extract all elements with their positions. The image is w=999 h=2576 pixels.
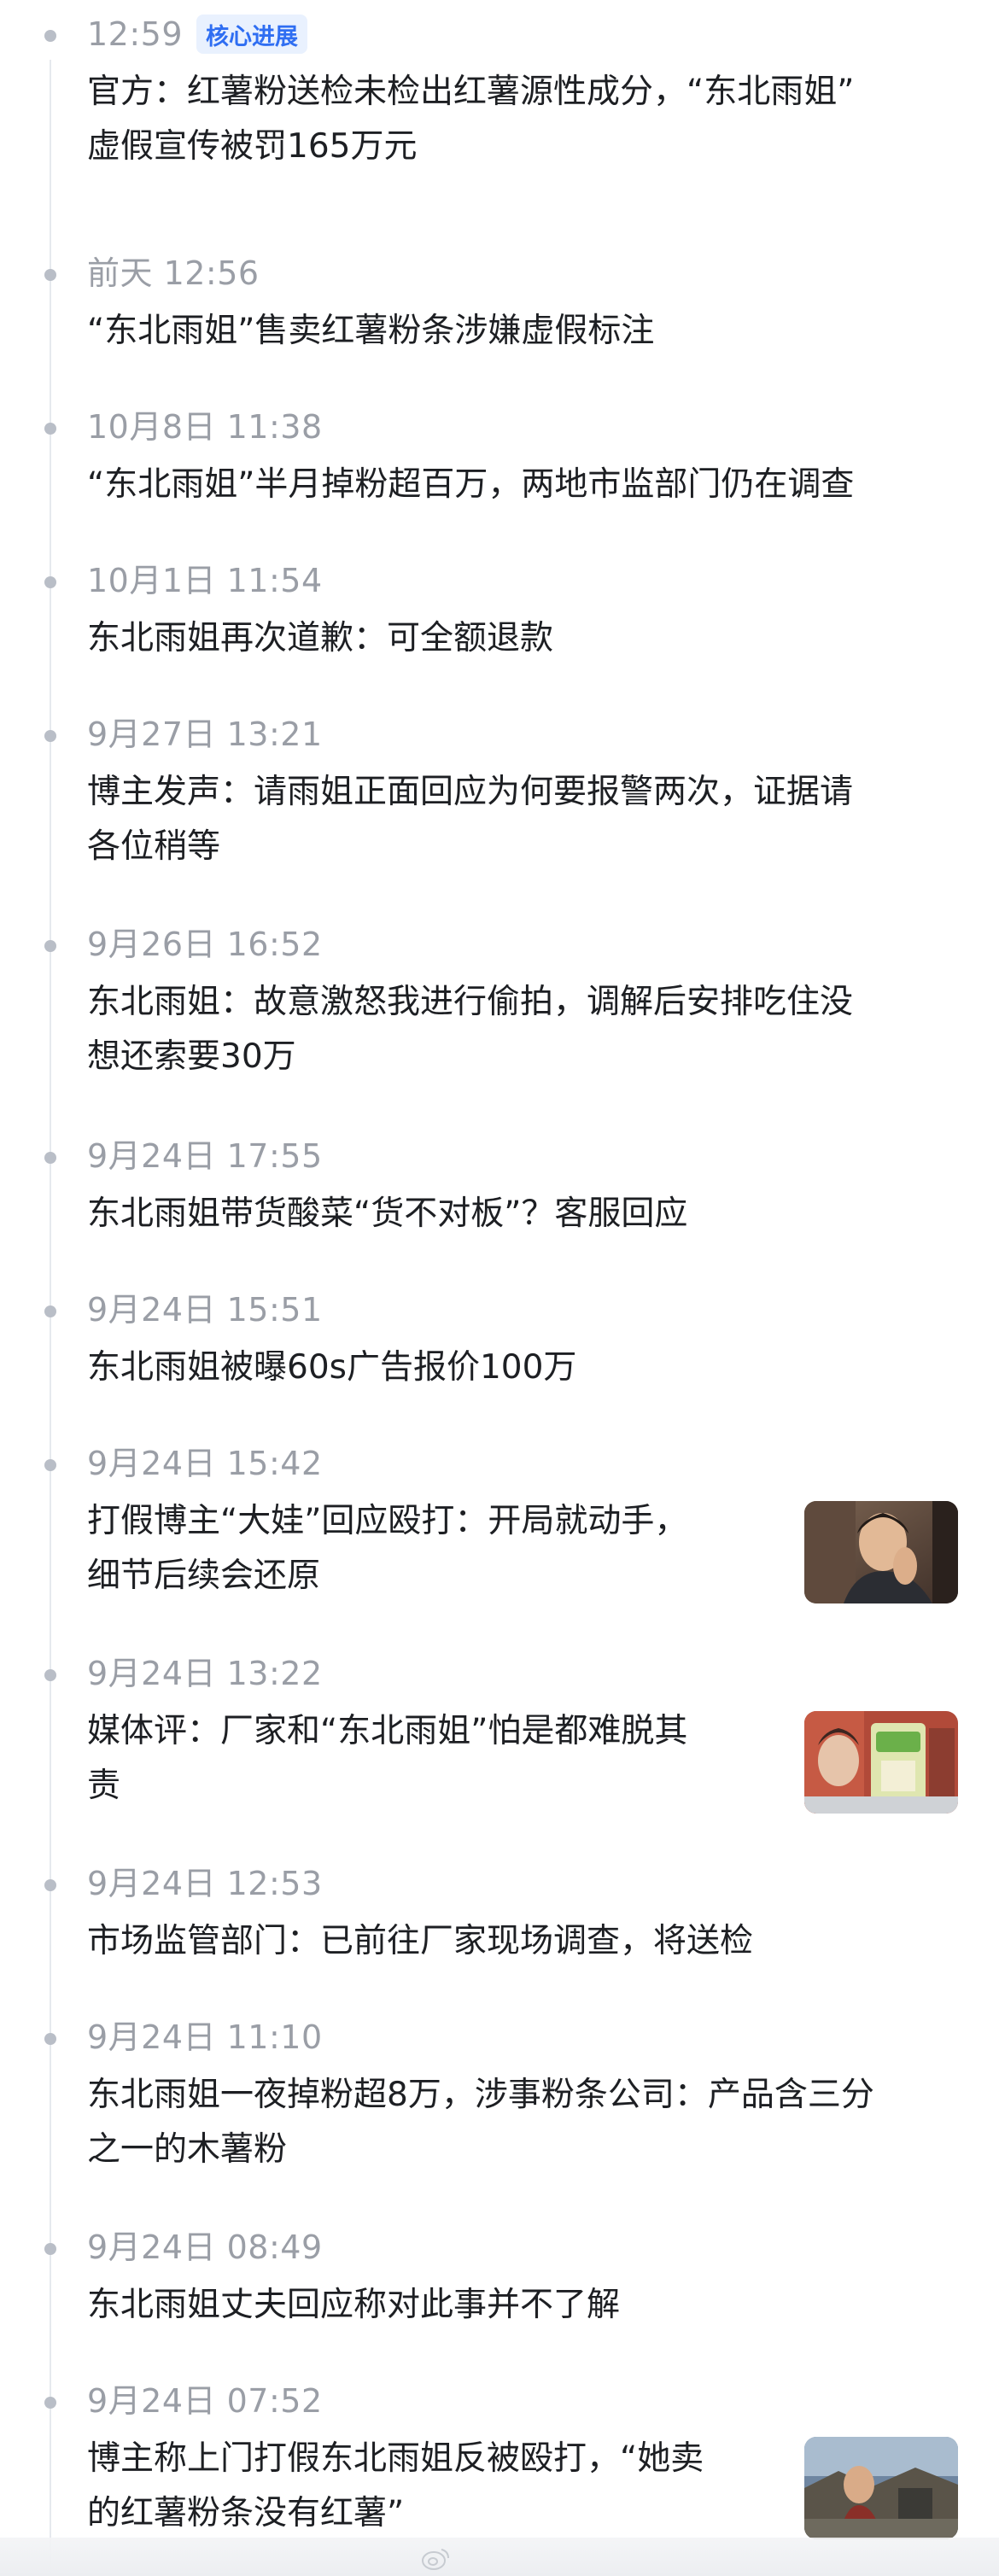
timestamp: 9月24日 17:55 (87, 1137, 323, 1175)
timeline-dot (44, 730, 56, 742)
headline-line: “东北雨姐”售卖红薯粉条涉嫌虚假标注 (87, 312, 655, 350)
headline-line: 的红薯粉条没有红薯” (87, 2494, 405, 2532)
headline-line: 打假博主“大娃”回应殴打：开局就动手， (87, 1502, 688, 1540)
timestamp-row: 9月24日 17:55 (87, 1134, 323, 1178)
weibo-watermark-icon (422, 2549, 449, 2570)
headline-line: 之一的木薯粉 (87, 2130, 288, 2169)
headline[interactable]: 东北雨姐丈夫回应称对此事并不了解 (87, 2278, 620, 2333)
timestamp: 前天 12:56 (87, 254, 260, 292)
timeline-dot (44, 269, 56, 281)
headline-line: 东北雨姐被曝60s广告报价100万 (87, 1348, 577, 1387)
timeline-dot (44, 1669, 56, 1681)
headline[interactable]: 东北雨姐再次道歉：可全额退款 (87, 611, 553, 666)
timestamp: 9月24日 07:52 (87, 2382, 323, 2420)
timeline-dot (44, 2243, 56, 2255)
headline[interactable]: 官方：红薯粉送检未检出红薯源性成分，“东北雨姐” 虚假宣传被罚165万元 (87, 65, 854, 174)
timestamp-row: 9月24日 11:10 (87, 2015, 323, 2059)
timeline-dot (44, 1459, 56, 1471)
headline-line: 博主称上门打假东北雨姐反被殴打，“她卖 (87, 2439, 704, 2478)
timestamp-row: 9月24日 07:52 (87, 2379, 323, 2423)
timestamp: 9月24日 15:51 (87, 1291, 323, 1329)
headline[interactable]: 东北雨姐被曝60s广告报价100万 (87, 1341, 576, 1395)
headline-line: 东北雨姐丈夫回应称对此事并不了解 (87, 2286, 621, 2324)
timeline-dot (44, 2397, 56, 2409)
timestamp: 9月26日 16:52 (87, 926, 323, 963)
timestamp: 9月24日 15:42 (87, 1445, 323, 1482)
timestamp-row: 10月1日 11:54 (87, 558, 323, 603)
timestamp-row: 9月24日 15:51 (87, 1288, 323, 1332)
headline-line: 细节后续会还原 (87, 1557, 321, 1595)
timestamp: 9月24日 08:49 (87, 2228, 323, 2266)
headline-line: 虚假宣传被罚165万元 (87, 127, 418, 166)
headline-line: “东北雨姐”半月掉粉超百万，两地市监部门仍在调查 (87, 465, 855, 504)
headline[interactable]: 媒体评：厂家和“东北雨姐”怕是都难脱其 责 (87, 1704, 687, 1814)
timestamp-row: 前天 12:56 (87, 251, 260, 295)
timeline-track-line (50, 60, 51, 2576)
headline-line: 官方：红薯粉送检未检出红薯源性成分，“东北雨姐” (87, 73, 855, 111)
timestamp-row: 9月26日 16:52 (87, 922, 323, 967)
timeline-dot (44, 940, 56, 952)
headline[interactable]: 市场监管部门：已前往厂家现场调查，将送检 (87, 1914, 753, 1969)
timestamp-row: 9月24日 15:42 (87, 1441, 323, 1486)
timestamp-row: 9月24日 08:49 (87, 2225, 323, 2269)
headline-line: 东北雨姐一夜掉粉超8万，涉事粉条公司：产品含三分 (87, 2076, 874, 2114)
headline[interactable]: 东北雨姐：故意激怒我进行偷拍，调解后安排吃住没 想还索要30万 (87, 975, 853, 1084)
headline[interactable]: 东北雨姐一夜掉粉超8万，涉事粉条公司：产品含三分 之一的木薯粉 (87, 2068, 874, 2177)
timeline-dot (44, 2033, 56, 2045)
headline-line: 博主发声：请雨姐正面回应为何要报警两次，证据请 (87, 773, 854, 811)
headline-line: 东北雨姐再次道歉：可全额退款 (87, 619, 554, 657)
timeline-dot (44, 576, 56, 588)
headline-line: 各位稍等 (87, 827, 221, 866)
timeline-dot (44, 1306, 56, 1317)
headline-line: 市场监管部门：已前往厂家现场调查，将送检 (87, 1922, 754, 1960)
headline[interactable]: “东北雨姐”半月掉粉超百万，两地市监部门仍在调查 (87, 458, 854, 512)
headline-line: 东北雨姐：故意激怒我进行偷拍，调解后安排吃住没 (87, 983, 854, 1021)
headline[interactable]: 东北雨姐带货酸菜“货不对板”？客服回应 (87, 1187, 687, 1241)
timeline-dot (44, 1879, 56, 1891)
timeline-dot (44, 30, 56, 42)
timeline-dot (44, 423, 56, 435)
timestamp-row: 10月8日 11:38 (87, 405, 323, 449)
man-video-thumbnail[interactable] (804, 1501, 958, 1603)
timestamp-row: 9月24日 12:53 (87, 1861, 323, 1906)
headline[interactable]: “东北雨姐”售卖红薯粉条涉嫌虚假标注 (87, 304, 654, 359)
timeline-dot (44, 1152, 56, 1164)
timestamp: 9月24日 12:53 (87, 1865, 323, 1902)
headline-line: 想还索要30万 (87, 1037, 296, 1076)
timestamp: 12:59 (87, 15, 184, 53)
headline-line: 责 (87, 1767, 121, 1805)
product-package-thumbnail[interactable] (804, 1711, 958, 1814)
headline[interactable]: 博主称上门打假东北雨姐反被殴打，“她卖 的红薯粉条没有红薯” (87, 2432, 704, 2541)
headline-line: 媒体评：厂家和“东北雨姐”怕是都难脱其 (87, 1712, 688, 1750)
headline-line: 东北雨姐带货酸菜“货不对板”？客服回应 (87, 1195, 688, 1233)
timestamp: 10月8日 11:38 (87, 408, 323, 446)
headline[interactable]: 打假博主“大娃”回应殴打：开局就动手， 细节后续会还原 (87, 1494, 687, 1603)
headline[interactable]: 博主发声：请雨姐正面回应为何要报警两次，证据请 各位稍等 (87, 765, 853, 874)
outdoor-scene-thumbnail[interactable] (804, 2437, 958, 2539)
timestamp: 9月24日 13:22 (87, 1655, 323, 1692)
timestamp-row: 12:59 核心进展 (87, 12, 308, 56)
timestamp-row: 9月27日 13:21 (87, 712, 323, 756)
timestamp: 9月24日 11:10 (87, 2018, 323, 2056)
timestamp: 10月1日 11:54 (87, 562, 323, 599)
timestamp-row: 9月24日 13:22 (87, 1651, 323, 1696)
core-progress-badge: 核心进展 (196, 15, 308, 54)
timestamp: 9月27日 13:21 (87, 716, 323, 753)
bottom-fade-strip (0, 2538, 999, 2576)
news-timeline: 12:59 核心进展 官方：红薯粉送检未检出红薯源性成分，“东北雨姐” 虚假宣传… (0, 0, 999, 2576)
